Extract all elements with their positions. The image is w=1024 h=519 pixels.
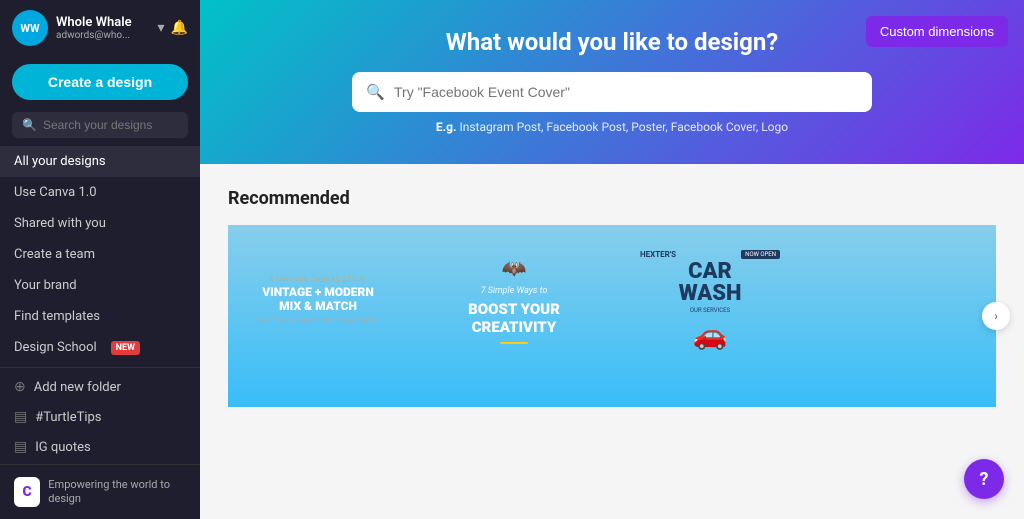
folder-icon-ig: ▤ bbox=[14, 439, 27, 455]
add-folder-icon: ⊕ bbox=[14, 379, 26, 395]
card-poster-image: HEXTER'S NOW OPEN CARWASH OUR SERVICES 🚗 bbox=[620, 225, 800, 375]
sidebar-search-bar: 🔍 bbox=[12, 112, 188, 138]
nav-items: All your designs Use Canva 1.0 Shared wi… bbox=[0, 146, 200, 464]
hero-search-input[interactable] bbox=[352, 72, 872, 112]
sidebar-item-find-templates[interactable]: Find templates bbox=[0, 301, 200, 332]
sidebar-item-turtle-tips[interactable]: ▤ #TurtleTips bbox=[0, 402, 200, 432]
sidebar-item-create-team[interactable]: Create a team bbox=[0, 239, 200, 270]
help-button[interactable]: ? bbox=[964, 459, 1004, 499]
sidebar-item-design-school[interactable]: Design School NEW bbox=[0, 332, 200, 363]
sidebar: WW Whole Whale adwords@who... ▾ 🔔 Create… bbox=[0, 0, 200, 519]
hero-search-icon: 🔍 bbox=[366, 83, 385, 101]
create-design-button[interactable]: Create a design bbox=[12, 64, 188, 100]
content-area: Recommended 📸 bbox=[200, 164, 1024, 519]
sidebar-footer: C Empowering the world to design bbox=[0, 464, 200, 519]
sidebar-item-ig-quotes[interactable]: ▤ IG quotes bbox=[0, 432, 200, 462]
footer-tagline: Empowering the world to design bbox=[48, 478, 186, 507]
header-icons: ▾ 🔔 bbox=[158, 20, 188, 36]
sidebar-header: WW Whole Whale adwords@who... ▾ 🔔 bbox=[0, 0, 200, 56]
bell-icon[interactable]: 🔔 bbox=[171, 20, 188, 36]
sidebar-item-shared[interactable]: Shared with you bbox=[0, 208, 200, 239]
card-poster[interactable]: HEXTER'S NOW OPEN CARWASH OUR SERVICES 🚗… bbox=[620, 225, 800, 407]
sidebar-search-icon: 🔍 bbox=[22, 118, 37, 132]
dropdown-icon[interactable]: ▾ bbox=[158, 20, 165, 36]
hero-suggestions: E.g. Instagram Post, Facebook Post, Post… bbox=[436, 120, 788, 134]
hero-search-container: 🔍 bbox=[352, 72, 872, 112]
recommended-title: Recommended bbox=[228, 188, 996, 209]
folder-icon-turtle: ▤ bbox=[14, 409, 27, 425]
sidebar-search-input[interactable] bbox=[43, 118, 178, 132]
new-badge: NEW bbox=[111, 341, 140, 355]
main-content: Custom dimensions What would you like to… bbox=[200, 0, 1024, 519]
canva-logo: C bbox=[14, 477, 40, 507]
next-arrow-button[interactable]: › bbox=[982, 302, 1010, 330]
poster-img: HEXTER'S NOW OPEN CARWASH OUR SERVICES 🚗 bbox=[620, 225, 800, 375]
recommended-cards: 📸 CANVALLA CANVAS STYLE VINTAGE + MODERN… bbox=[228, 225, 996, 407]
brand-email: adwords@who... bbox=[56, 30, 132, 41]
brand-text: Whole Whale adwords@who... bbox=[56, 15, 132, 41]
brand-info: WW Whole Whale adwords@who... bbox=[12, 10, 132, 46]
sidebar-item-use-canva[interactable]: Use Canva 1.0 bbox=[0, 177, 200, 208]
sidebar-item-your-brand[interactable]: Your brand bbox=[0, 270, 200, 301]
sidebar-item-all-designs[interactable]: All your designs bbox=[0, 146, 200, 177]
sidebar-item-add-folder[interactable]: ⊕ Add new folder bbox=[0, 372, 200, 402]
custom-dimensions-button[interactable]: Custom dimensions bbox=[866, 16, 1008, 47]
hero-title: What would you like to design? bbox=[446, 28, 778, 56]
brand-name: Whole Whale bbox=[56, 15, 132, 30]
brand-logo: WW bbox=[12, 10, 48, 46]
hero-section: Custom dimensions What would you like to… bbox=[200, 0, 1024, 164]
